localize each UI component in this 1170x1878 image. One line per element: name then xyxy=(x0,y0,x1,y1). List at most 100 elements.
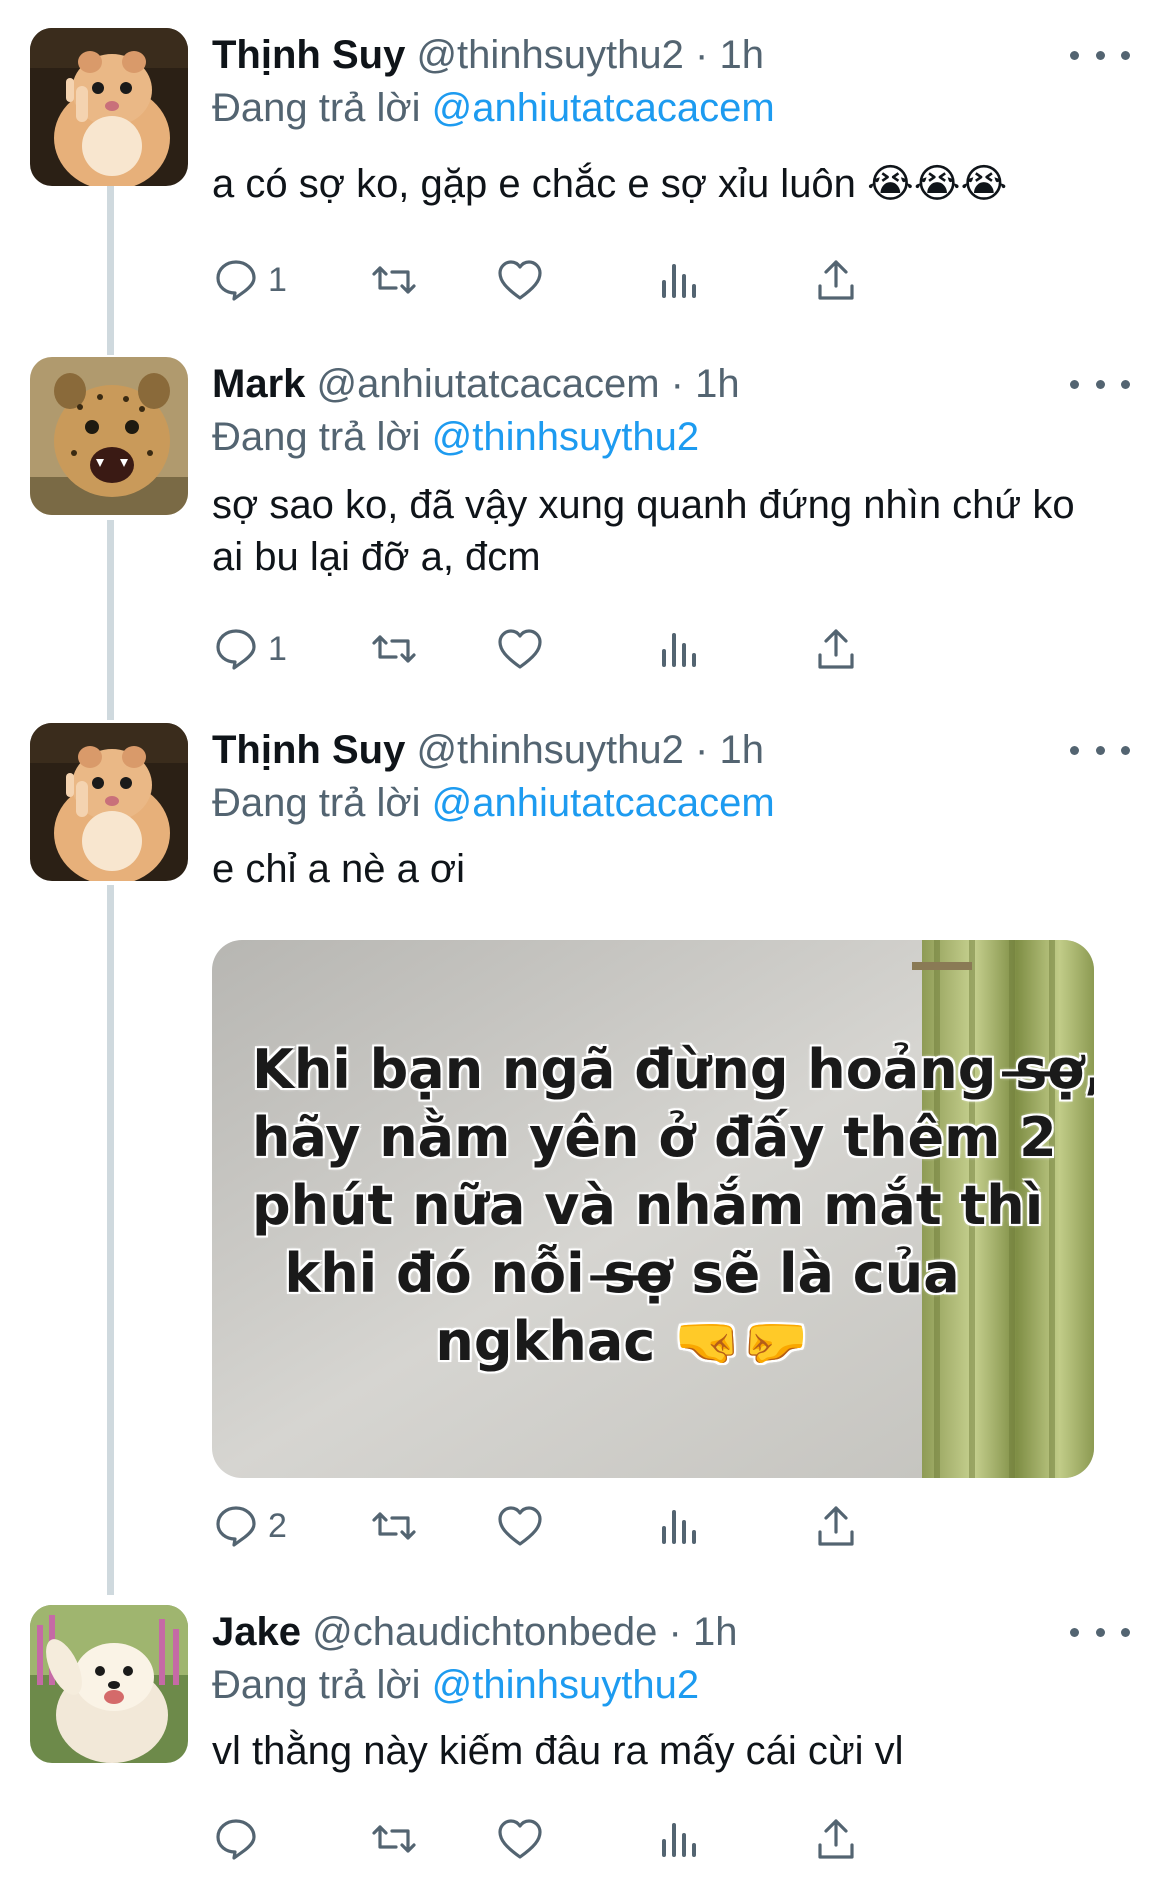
views-button[interactable] xyxy=(656,1811,704,1867)
share-icon xyxy=(818,629,854,669)
tweet-header: Thịnh Suy @thinhsuythu2 · 1h xyxy=(212,30,764,80)
replying-to: Đang trả lời @thinhsuythu2 xyxy=(212,1660,699,1710)
separator-dot: · xyxy=(668,1610,682,1654)
views-icon xyxy=(662,633,696,667)
meme-line: hãy nằm yên ở đấy thêm 2 xyxy=(252,1106,1057,1169)
timestamp[interactable]: 1h xyxy=(695,362,740,406)
share-button[interactable] xyxy=(812,621,860,677)
more-icon[interactable] xyxy=(1070,30,1130,80)
meme-line: khi đó nỗi s̶ợ̶ sẽ là của xyxy=(284,1242,960,1305)
display-name[interactable]: Mark xyxy=(212,362,305,406)
user-handle[interactable]: @anhiutatcacacem xyxy=(317,362,660,406)
tweet-header: Thịnh Suy @thinhsuythu2 · 1h xyxy=(212,725,764,775)
timestamp[interactable]: 1h xyxy=(719,728,764,772)
separator-dot: · xyxy=(695,728,709,772)
tweet[interactable]: Jake @chaudichtonbede · 1h Đang trả lời … xyxy=(0,1605,1170,1875)
avatar[interactable] xyxy=(30,723,188,881)
share-button[interactable] xyxy=(812,1811,860,1867)
meme-line: phút nữa và nhắm mắt thì xyxy=(252,1174,1044,1237)
share-icon xyxy=(818,260,854,300)
tweet-actions: 1 xyxy=(212,621,1032,677)
retweet-button[interactable] xyxy=(370,252,418,308)
views-button[interactable] xyxy=(656,1498,704,1554)
more-icon[interactable] xyxy=(1070,359,1130,409)
cheetah-cub-avatar-image xyxy=(30,357,188,515)
display-name[interactable]: Jake xyxy=(212,1610,301,1654)
user-handle[interactable]: @chaudichtonbede xyxy=(312,1610,657,1654)
like-icon xyxy=(498,1506,542,1546)
user-handle[interactable]: @thinhsuythu2 xyxy=(416,728,683,772)
more-icon[interactable] xyxy=(1070,1607,1130,1657)
like-button[interactable] xyxy=(496,1498,544,1554)
replying-to-label: Đang trả lời xyxy=(212,781,421,825)
reply-button[interactable]: 1 xyxy=(212,621,287,677)
meme-caption: Khi bạn ngã đừng hoảng s̶ợ̶, hãy nằm yên… xyxy=(252,1036,1094,1376)
mention-link[interactable]: @anhiutatcacacem xyxy=(432,781,775,825)
like-button[interactable] xyxy=(496,621,544,677)
replying-to-label: Đang trả lời xyxy=(212,86,421,130)
reply-icon xyxy=(216,1819,256,1860)
like-button[interactable] xyxy=(496,1811,544,1867)
views-button[interactable] xyxy=(656,252,704,308)
mention-link[interactable]: @thinhsuythu2 xyxy=(432,415,699,459)
reply-icon xyxy=(216,260,256,301)
display-name[interactable]: Thịnh Suy xyxy=(212,33,405,77)
reply-button[interactable]: 2 xyxy=(212,1498,287,1554)
share-button[interactable] xyxy=(812,252,860,308)
tweet-text: e chỉ a nè a ơi xyxy=(212,847,466,891)
samoyed-avatar-image xyxy=(30,1605,188,1763)
replying-to: Đang trả lời @anhiutatcacacem xyxy=(212,83,775,133)
like-icon xyxy=(498,1819,542,1859)
meme-line: Khi bạn ngã đừng hoảng s̶ợ̶, xyxy=(252,1038,1094,1101)
replying-to-label: Đang trả lời xyxy=(212,415,421,459)
avatar[interactable] xyxy=(30,357,188,515)
share-button[interactable] xyxy=(812,1498,860,1554)
views-button[interactable] xyxy=(656,621,704,677)
retweet-icon xyxy=(372,1825,416,1853)
meme-line: ngkhac 🤜🤛 xyxy=(435,1310,809,1373)
user-handle[interactable]: @thinhsuythu2 xyxy=(416,33,683,77)
replying-to: Đang trả lời @thinhsuythu2 xyxy=(212,412,699,462)
tweet-media-image[interactable]: Khi bạn ngã đừng hoảng s̶ợ̶, hãy nằm yên… xyxy=(212,940,1094,1478)
timestamp[interactable]: 1h xyxy=(693,1610,738,1654)
tweet-actions: 2 xyxy=(212,1498,1032,1554)
retweet-button[interactable] xyxy=(370,621,418,677)
reply-count: 2 xyxy=(268,1506,287,1545)
reply-icon xyxy=(216,1506,256,1547)
views-icon xyxy=(662,1823,696,1857)
like-button[interactable] xyxy=(496,252,544,308)
retweet-icon xyxy=(372,266,416,294)
avatar[interactable] xyxy=(30,28,188,186)
reply-button[interactable]: 1 xyxy=(212,252,287,308)
like-icon xyxy=(498,260,542,300)
retweet-icon xyxy=(372,1512,416,1540)
more-icon[interactable] xyxy=(1070,725,1130,775)
tweet[interactable]: Thịnh Suy @thinhsuythu2 · 1h Đang trả lờ… xyxy=(0,28,1170,338)
display-name[interactable]: Thịnh Suy xyxy=(212,728,405,772)
views-icon xyxy=(662,1510,696,1544)
retweet-icon xyxy=(372,635,416,663)
share-icon xyxy=(818,1819,854,1859)
tweet-header: Jake @chaudichtonbede · 1h xyxy=(212,1607,738,1657)
tweet-text: a có sợ ko, gặp e chắc e sợ xỉu luôn 😭😭😭 xyxy=(212,162,1008,206)
mention-link[interactable]: @anhiutatcacacem xyxy=(432,86,775,130)
retweet-button[interactable] xyxy=(370,1811,418,1867)
tweet[interactable]: Mark @anhiutatcacacem · 1h Đang trả lời … xyxy=(0,357,1170,697)
share-icon xyxy=(818,1506,854,1546)
tweet-text: sợ sao ko, đã vậy xung quanh đứng nhìn c… xyxy=(212,483,1075,579)
hamster-avatar-image xyxy=(30,723,188,881)
hamster-avatar-image xyxy=(30,28,188,186)
tweet-actions: 1 xyxy=(212,252,1032,308)
retweet-button[interactable] xyxy=(370,1498,418,1554)
separator-dot: · xyxy=(695,33,709,77)
views-icon xyxy=(662,264,696,298)
replying-to: Đang trả lời @anhiutatcacacem xyxy=(212,778,775,828)
reply-count: 1 xyxy=(268,629,287,668)
like-icon xyxy=(498,629,542,669)
timestamp[interactable]: 1h xyxy=(719,33,764,77)
reply-button[interactable] xyxy=(212,1811,260,1867)
reply-count: 1 xyxy=(268,260,287,299)
avatar[interactable] xyxy=(30,1605,188,1763)
reply-icon xyxy=(216,629,256,670)
mention-link[interactable]: @thinhsuythu2 xyxy=(432,1663,699,1707)
